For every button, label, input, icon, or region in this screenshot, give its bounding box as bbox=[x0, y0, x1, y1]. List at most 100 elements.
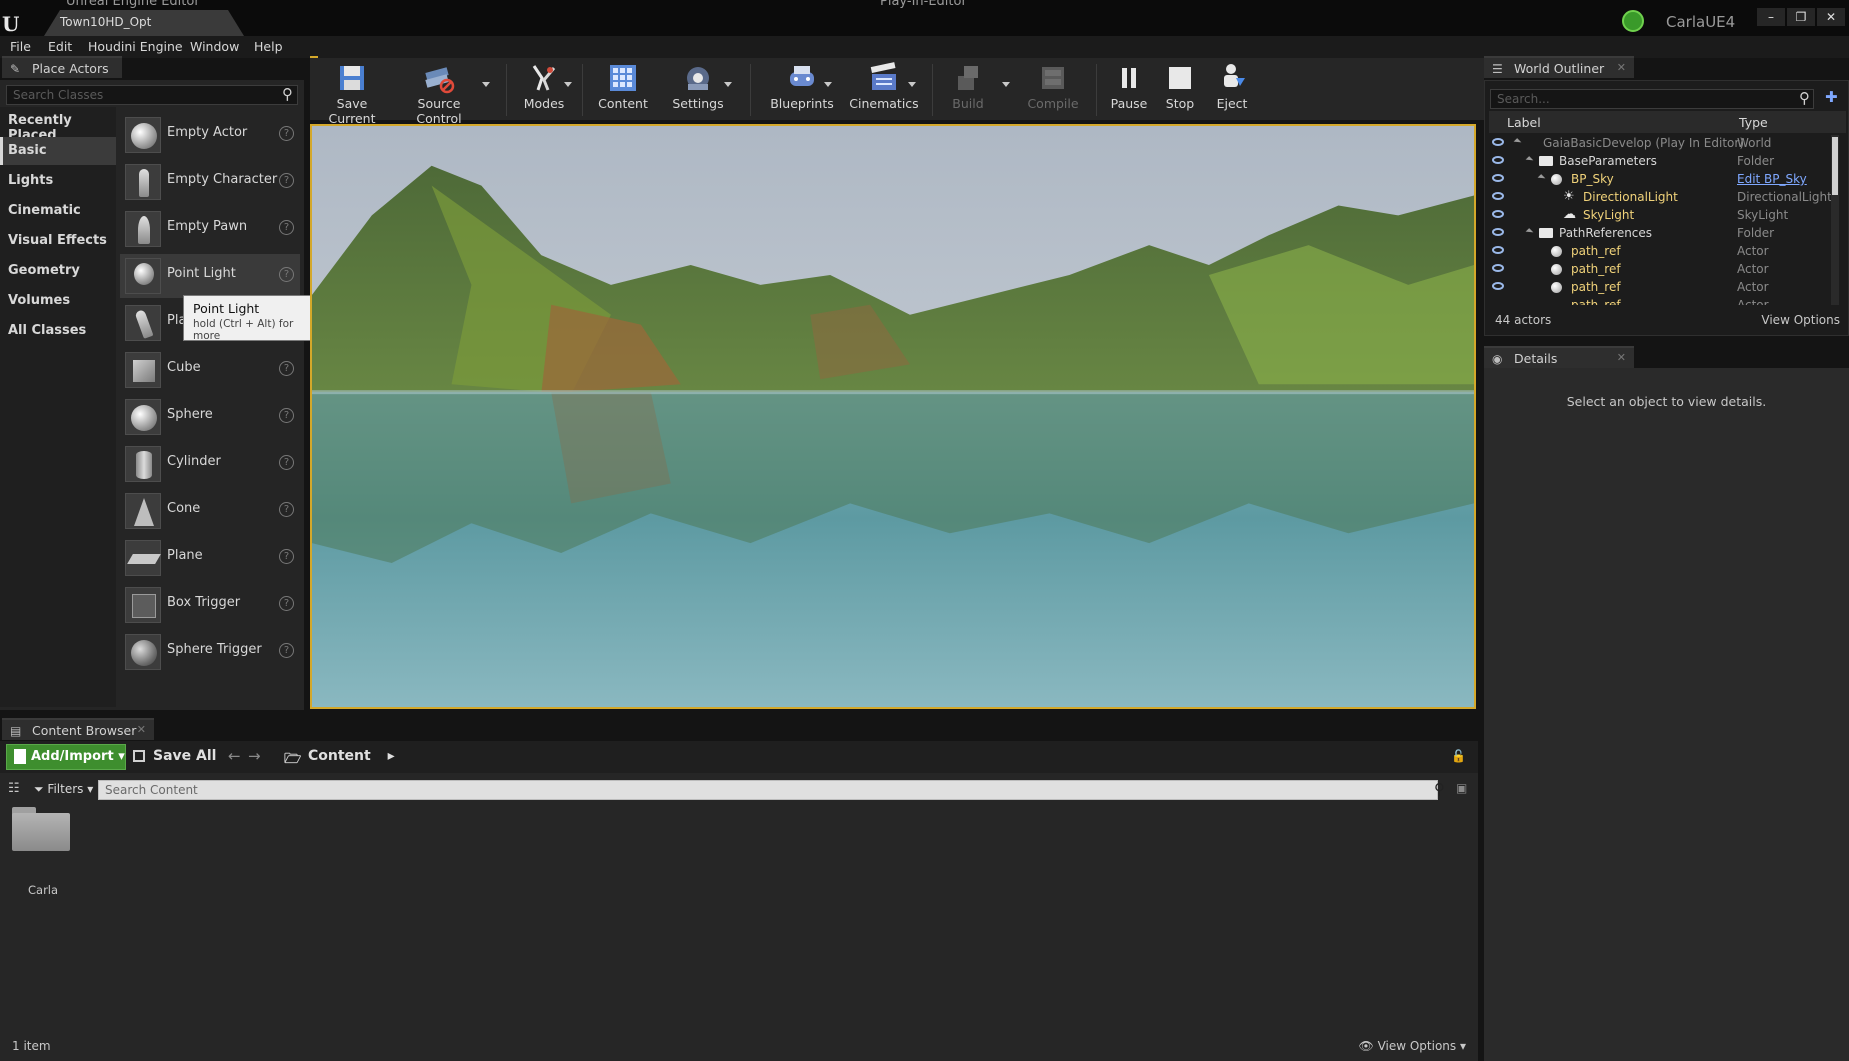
help-icon[interactable]: ? bbox=[279, 643, 294, 658]
details-tab[interactable]: ◉ Details ✕ bbox=[1484, 346, 1634, 368]
category-visual-effects[interactable]: Visual Effects bbox=[0, 227, 116, 255]
menu-file[interactable]: File bbox=[10, 39, 31, 54]
breadcrumb-arrow-icon[interactable]: ▸ bbox=[388, 748, 395, 764]
outliner-search-input[interactable]: Search... bbox=[1490, 89, 1814, 109]
visibility-eye-icon[interactable] bbox=[1492, 228, 1504, 236]
close-icon[interactable]: ✕ bbox=[137, 723, 146, 736]
category-lights[interactable]: Lights bbox=[0, 167, 116, 195]
category-geometry[interactable]: Geometry bbox=[0, 257, 116, 285]
visibility-eye-icon[interactable] bbox=[1492, 246, 1504, 254]
search-classes-input[interactable]: Search Classes bbox=[6, 85, 298, 105]
content-browser-tab[interactable]: ▤ Content Browser ✕ bbox=[2, 718, 154, 740]
menu-houdini-engine[interactable]: Houdini Engine bbox=[88, 39, 183, 54]
save-current-button[interactable]: Save Current bbox=[316, 62, 388, 126]
column-label[interactable]: Label bbox=[1507, 115, 1541, 130]
help-icon[interactable]: ? bbox=[279, 267, 294, 282]
help-icon[interactable]: ? bbox=[279, 220, 294, 235]
content-view-options-button[interactable]: 👁 View Options ▾ bbox=[1359, 1039, 1467, 1053]
help-icon[interactable]: ? bbox=[279, 408, 294, 423]
outliner-row[interactable]: path_ref Actor bbox=[1489, 297, 1839, 305]
category-recently-placed[interactable]: Recently Placed bbox=[0, 107, 116, 143]
search-icon[interactable]: ⚲ bbox=[282, 85, 293, 103]
search-content-input[interactable]: Search Content bbox=[98, 780, 1438, 800]
category-volumes[interactable]: Volumes bbox=[0, 287, 116, 315]
maximize-button[interactable]: ❐ bbox=[1787, 8, 1815, 26]
content-button[interactable]: Content bbox=[592, 62, 654, 111]
category-cinematic[interactable]: Cinematic bbox=[0, 197, 116, 225]
build-dropdown-arrow[interactable] bbox=[1002, 82, 1010, 87]
edit-blueprint-link[interactable]: Edit BP_Sky bbox=[1737, 172, 1807, 186]
visibility-eye-icon[interactable] bbox=[1492, 156, 1504, 164]
outliner-view-options-button[interactable]: View Options bbox=[1761, 313, 1840, 327]
blueprints-button[interactable]: Blueprints bbox=[758, 62, 846, 111]
visibility-eye-icon[interactable] bbox=[1492, 264, 1504, 272]
outliner-scrollbar[interactable] bbox=[1831, 135, 1839, 305]
expand-triangle-icon[interactable] bbox=[1513, 138, 1522, 146]
eject-button[interactable]: Eject bbox=[1210, 62, 1254, 111]
category-basic[interactable]: Basic bbox=[0, 137, 116, 165]
outliner-row[interactable]: BP_Sky Edit BP_Sky bbox=[1489, 171, 1839, 189]
place-actors-tab[interactable]: ✎ Place Actors bbox=[2, 56, 122, 78]
actor-item[interactable]: Empty Actor ? bbox=[120, 113, 300, 157]
help-icon[interactable]: ? bbox=[279, 126, 294, 141]
cinematics-dropdown-arrow[interactable] bbox=[908, 82, 916, 87]
actor-item[interactable]: Cone ? bbox=[120, 489, 300, 533]
close-icon[interactable]: ✕ bbox=[1617, 351, 1626, 364]
back-arrow-icon[interactable]: ← bbox=[228, 747, 241, 765]
actor-item[interactable]: Plane ? bbox=[120, 536, 300, 580]
visibility-eye-icon[interactable] bbox=[1492, 138, 1504, 146]
expand-triangle-icon[interactable] bbox=[1537, 174, 1546, 182]
filters-button[interactable]: ⏷ Filters ▾ bbox=[34, 782, 93, 797]
actor-item[interactable]: Point Light ? bbox=[120, 254, 300, 298]
outliner-row[interactable]: BaseParameters Folder bbox=[1489, 153, 1839, 171]
outliner-row[interactable]: path_ref Actor bbox=[1489, 261, 1839, 279]
save-all-button[interactable]: Save All bbox=[133, 748, 216, 764]
expand-triangle-icon[interactable] bbox=[1525, 156, 1534, 164]
close-button[interactable]: ✕ bbox=[1817, 8, 1845, 26]
pause-button[interactable]: Pause bbox=[1104, 62, 1154, 111]
actor-item[interactable]: Cylinder ? bbox=[120, 442, 300, 486]
actor-item[interactable]: Empty Character ? bbox=[120, 160, 300, 204]
path-breadcrumb[interactable]: 🗁 Content ▸ bbox=[284, 748, 395, 767]
source-control-button[interactable]: Source Control bbox=[396, 62, 482, 126]
visibility-eye-icon[interactable] bbox=[1492, 282, 1504, 290]
actor-item[interactable]: Sphere Trigger ? bbox=[120, 630, 300, 674]
world-outliner-tab[interactable]: ☰ World Outliner ✕ bbox=[1484, 56, 1634, 78]
map-tab[interactable]: Town10HD_Opt bbox=[44, 10, 244, 36]
visibility-eye-icon[interactable] bbox=[1492, 192, 1504, 200]
menu-window[interactable]: Window bbox=[190, 39, 239, 54]
cinematics-button[interactable]: Cinematics bbox=[838, 62, 930, 111]
menu-help[interactable]: Help bbox=[254, 39, 283, 54]
settings-button[interactable]: Settings bbox=[666, 62, 730, 111]
help-icon[interactable]: ? bbox=[279, 549, 294, 564]
source-control-status-icon[interactable] bbox=[1622, 10, 1644, 32]
level-viewport[interactable] bbox=[310, 124, 1476, 709]
menu-edit[interactable]: Edit bbox=[48, 39, 72, 54]
search-icon[interactable]: ⚲ bbox=[1799, 89, 1810, 107]
outliner-row[interactable]: path_ref Actor bbox=[1489, 279, 1839, 297]
column-type[interactable]: Type bbox=[1739, 115, 1768, 130]
forward-arrow-icon[interactable]: → bbox=[248, 747, 261, 765]
actor-item[interactable]: Empty Pawn ? bbox=[120, 207, 300, 251]
close-icon[interactable]: ✕ bbox=[1617, 61, 1626, 74]
build-button[interactable]: Build bbox=[942, 62, 994, 111]
help-icon[interactable]: ? bbox=[279, 173, 294, 188]
settings-dropdown-arrow[interactable] bbox=[724, 82, 732, 87]
save-search-icon[interactable]: ▣ bbox=[1456, 781, 1467, 795]
compile-button[interactable]: Compile bbox=[1020, 62, 1086, 111]
minimize-button[interactable]: – bbox=[1757, 8, 1785, 26]
help-icon[interactable]: ? bbox=[279, 361, 294, 376]
add-import-button[interactable]: Add/Import ▾ bbox=[6, 744, 126, 770]
help-icon[interactable]: ? bbox=[279, 455, 294, 470]
visibility-eye-icon[interactable] bbox=[1492, 210, 1504, 218]
expand-triangle-icon[interactable] bbox=[1525, 228, 1534, 236]
sources-toggle-icon[interactable]: ☷ bbox=[8, 781, 20, 796]
folder-tile[interactable] bbox=[12, 807, 70, 851]
pin-icon[interactable]: ✚ bbox=[1825, 88, 1838, 106]
actor-item[interactable]: Cube ? bbox=[120, 348, 300, 392]
stop-button[interactable]: Stop bbox=[1158, 62, 1202, 111]
visibility-eye-icon[interactable] bbox=[1492, 174, 1504, 182]
outliner-row[interactable]: GaiaBasicDevelop (Play In Editor) World bbox=[1489, 135, 1839, 153]
outliner-scroll-thumb[interactable] bbox=[1832, 137, 1838, 195]
source-control-dropdown-arrow[interactable] bbox=[482, 82, 490, 87]
